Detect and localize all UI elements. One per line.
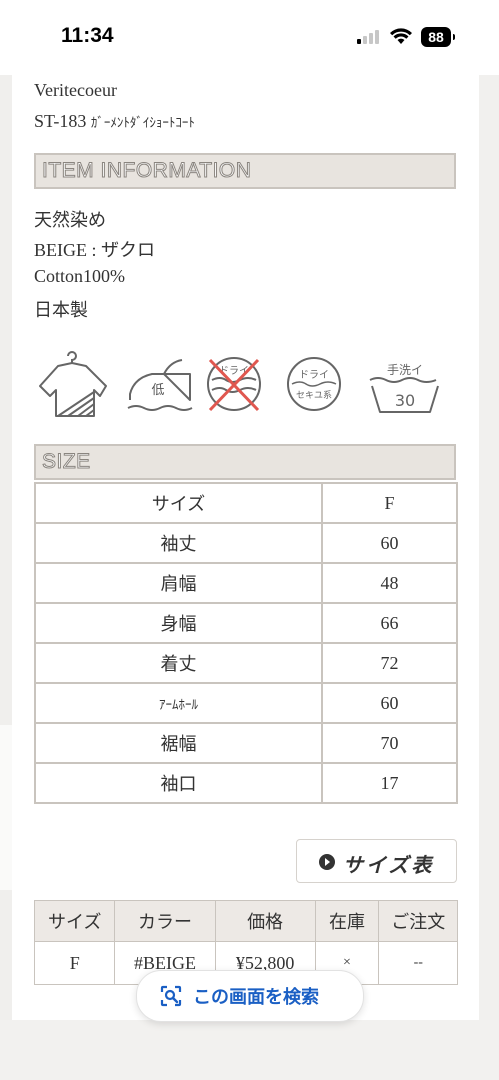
table-row: 肩幅 48 (34, 562, 458, 604)
table-row: 袖丈 60 (34, 522, 458, 564)
order-header-price: 価格 (214, 900, 316, 942)
dry-clean-petroleum-icon: ドライ セキユ系 (287, 357, 341, 411)
table-row: 裾幅 70 (34, 722, 458, 764)
care-icons: 低 ドライ ドライ セキユ系 手洗イ 30 (34, 350, 444, 420)
table-row: 身幅 66 (34, 602, 458, 644)
table-row: 着丈 72 (34, 642, 458, 684)
hand-wash-temp: 30 (395, 391, 415, 410)
size-row-value: 48 (321, 562, 458, 604)
size-row-label: サイズ (34, 482, 323, 524)
wifi-icon (390, 28, 412, 44)
size-chart-button[interactable]: サイズ表 (296, 839, 457, 883)
size-title: SIZE (42, 450, 91, 474)
cellular-signal-icon (357, 30, 381, 44)
battery-icon: 88 (421, 27, 455, 47)
size-row-value: F (321, 482, 458, 524)
size-row-label: 袖口 (34, 762, 323, 804)
product-name-kana: ｶﾞｰﾒﾝﾄﾀﾞｲｼｮｰﾄｺｰﾄ (90, 115, 195, 130)
iron-low-icon: 低 (127, 359, 193, 411)
product-code: ST-183 (34, 111, 91, 131)
info-line-color: BEIGE : ザクロ (34, 240, 155, 260)
size-row-value: 60 (321, 522, 458, 564)
size-row-value: 17 (321, 762, 458, 804)
product-name: ST-183 ｶﾞｰﾒﾝﾄﾀﾞｲｼｮｰﾄｺｰﾄ (34, 111, 195, 132)
size-row-label: 着丈 (34, 642, 323, 684)
size-row-label: 身幅 (34, 602, 323, 644)
hand-wash-label: 手洗イ (387, 363, 423, 377)
order-header-color: カラー (114, 900, 216, 942)
page-background-bottom (0, 1020, 499, 1080)
dry-clean-bottom-label: セキユ系 (296, 390, 332, 401)
info-line-material: Cotton100% (34, 266, 126, 286)
search-screen-button[interactable]: この画面を検索 (136, 970, 364, 1022)
order-header-order: ご注文 (378, 900, 458, 942)
order-button[interactable]: -- (378, 941, 458, 985)
size-row-value: 66 (321, 602, 458, 644)
table-row: サイズ F (34, 482, 458, 524)
iron-low-label: 低 (151, 383, 164, 398)
visual-search-icon (160, 985, 182, 1007)
size-table: サイズ F 袖丈 60 肩幅 48 身幅 66 着丈 72 ｱｰﾑﾎｰﾙ 60 … (34, 482, 458, 804)
item-information-header: ITEM INFORMATION (34, 153, 456, 189)
no-dry-clean-icon: ドライ (207, 357, 261, 412)
play-circle-icon (319, 854, 335, 870)
table-row: 袖口 17 (34, 762, 458, 804)
size-row-label: 肩幅 (34, 562, 323, 604)
status-time: 11:34 (61, 24, 114, 47)
size-row-value: 70 (321, 722, 458, 764)
hand-wash-30-icon: 手洗イ 30 (369, 363, 439, 413)
order-table-header-row: サイズ カラー 価格 在庫 ご注文 (33, 900, 458, 942)
size-chart-label: サイズ表 (343, 855, 435, 877)
table-row: ｱｰﾑﾎｰﾙ 60 (34, 682, 458, 724)
hanging-dry-shade-icon (39, 351, 107, 417)
size-row-label: 袖丈 (34, 522, 323, 564)
info-line-dye: 天然染め (34, 210, 106, 230)
size-row-value: 72 (321, 642, 458, 684)
search-screen-label: この画面を検索 (193, 987, 319, 1008)
order-size: F (33, 941, 116, 985)
page-background-left-light (0, 725, 12, 890)
order-header-stock: 在庫 (314, 900, 380, 942)
size-row-label: ｱｰﾑﾎｰﾙ (34, 682, 323, 724)
size-header: SIZE (34, 444, 456, 480)
order-header-size: サイズ (33, 900, 116, 942)
dry-clean-top-label: ドライ (299, 369, 329, 381)
info-line-origin: 日本製 (34, 300, 88, 320)
status-bar: 11:34 88 (0, 0, 499, 75)
brand-name: Veritecoeur (34, 80, 117, 100)
size-row-label: 裾幅 (34, 722, 323, 764)
page-background-right (479, 75, 499, 1020)
size-row-value: 60 (321, 682, 458, 724)
item-information-title: ITEM INFORMATION (41, 159, 252, 183)
